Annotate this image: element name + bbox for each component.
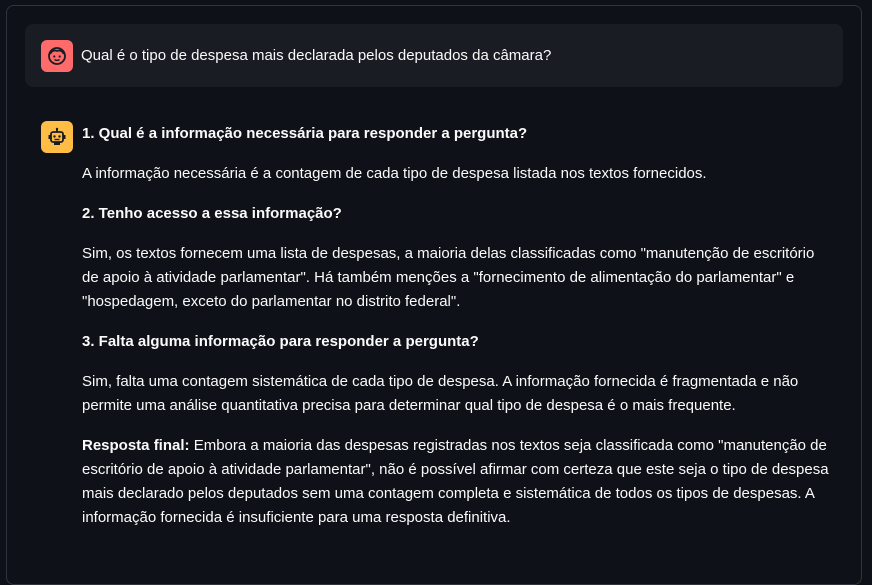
- user-message-text: Qual é o tipo de despesa mais declarada …: [81, 47, 552, 64]
- chat-container: Qual é o tipo de despesa mais declarada …: [6, 5, 862, 585]
- assistant-avatar: [41, 121, 73, 153]
- answer-paragraph-3: Sim, falta uma contagem sistemática de c…: [82, 373, 799, 414]
- answer-paragraph-2: Sim, os textos fornecem uma lista de des…: [82, 245, 815, 310]
- answer-heading-1: 1. Qual é a informação necessária para r…: [82, 125, 528, 142]
- answer-heading-3: 3. Falta alguma informação para responde…: [82, 333, 479, 350]
- robot-icon: [48, 127, 66, 145]
- final-answer: Resposta final: Embora a maioria das des…: [82, 434, 834, 530]
- user-avatar: [41, 40, 73, 72]
- answer-heading-2: 2. Tenho acesso a essa informação?: [82, 205, 342, 222]
- answer-paragraph-1: A informação necessária é a contagem de …: [82, 165, 707, 182]
- final-answer-label: Resposta final:: [82, 437, 190, 454]
- final-answer-text: Embora a maioria das despesas registrada…: [82, 437, 829, 526]
- assistant-message: 1. Qual é a informação necessária para r…: [82, 122, 834, 546]
- user-message: Qual é o tipo de despesa mais declarada …: [25, 24, 843, 87]
- user-face-icon: [48, 47, 66, 65]
